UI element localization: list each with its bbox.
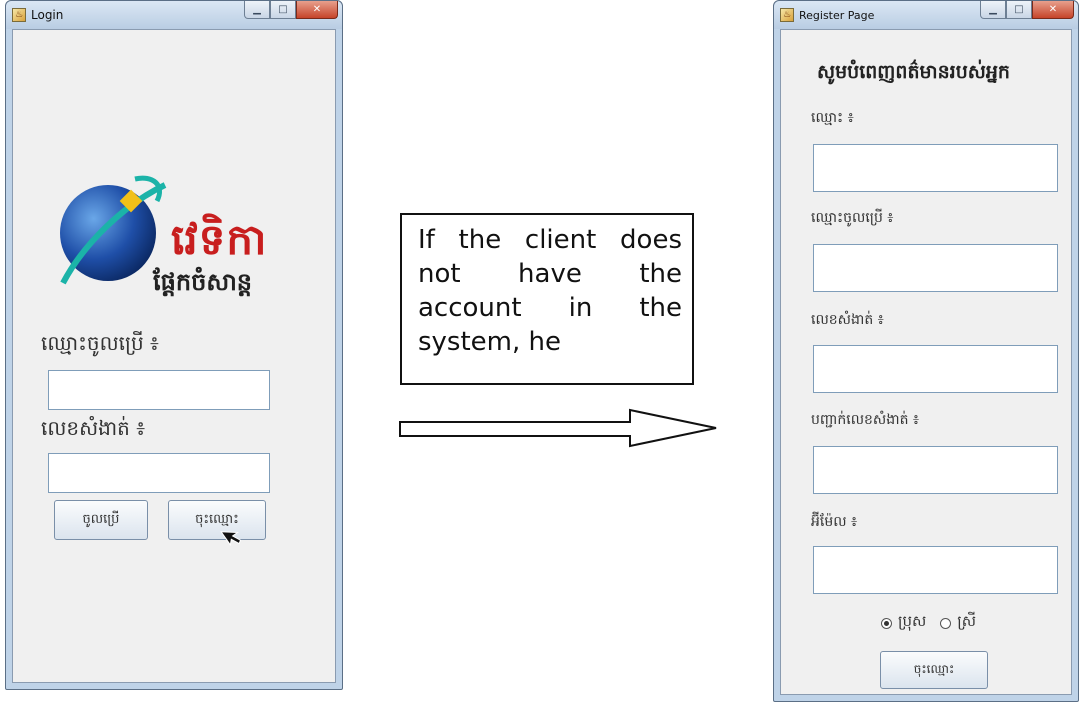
register-titlebar[interactable]: ♨ Register Page ▁ □ ✕ [774, 1, 1078, 29]
login-button[interactable]: ចូលប្រើ [54, 500, 148, 540]
email-field[interactable] [813, 546, 1058, 594]
mouse-pointer-icon [220, 531, 242, 547]
name-field[interactable] [813, 144, 1058, 192]
login-titlebar[interactable]: ♨ Login ▁ □ ✕ [6, 1, 342, 29]
gender-female-label: ស្រី [957, 612, 977, 630]
app-icon: ♨ [780, 8, 794, 22]
logo-tagline: ផ្ដែកចំសាន្ត [153, 268, 253, 296]
register-window-title: Register Page [799, 8, 875, 22]
username-field[interactable] [48, 370, 270, 410]
close-icon[interactable]: ✕ [296, 1, 338, 19]
register-password-field[interactable] [813, 345, 1058, 393]
close-icon[interactable]: ✕ [1032, 1, 1074, 19]
radio-female[interactable] [940, 617, 952, 629]
minimize-icon[interactable]: ▁ [980, 1, 1006, 19]
register-username-label: ឈ្មោះចូលប្រើ ៖ [811, 210, 894, 226]
login-window: ♨ Login ▁ □ ✕ វេទិកា ផ្ដែកចំសាន្ត ឈ្មោះច… [5, 0, 343, 690]
app-icon: ♨ [12, 8, 26, 22]
arrow-icon [399, 408, 717, 448]
radio-male[interactable] [881, 617, 892, 629]
username-label: ឈ្មោះចូលប្រើ ៖ [41, 331, 159, 355]
login-window-title: Login [31, 8, 64, 22]
register-password-label: លេខសំងាត់ ៖ [811, 312, 884, 328]
gender-group: ប្រុស ស្រី [881, 612, 976, 634]
maximize-icon[interactable]: □ [1006, 1, 1032, 19]
email-label: អ៊ីម៉ែល ៖ [811, 514, 858, 530]
register-button[interactable]: ចុះឈ្មោះ [168, 500, 266, 540]
maximize-icon[interactable]: □ [270, 1, 296, 19]
gender-male-label: ប្រុស [898, 612, 927, 630]
description-box: If the client does not have the account … [400, 213, 694, 385]
password-label: លេខសំងាត់ ៖ [41, 416, 146, 440]
minimize-icon[interactable]: ▁ [244, 1, 270, 19]
logo: វេទិកា ផ្ដែកចំសាន្ត [53, 165, 303, 310]
register-client-area: សូមបំពេញពត៌មានរបស់អ្នក ឈ្មោះ ៖ ឈ្មោះចូលប… [780, 29, 1072, 695]
name-label: ឈ្មោះ ៖ [811, 110, 854, 126]
confirm-password-field[interactable] [813, 446, 1058, 494]
register-username-field[interactable] [813, 244, 1058, 292]
register-heading: សូមបំពេញពត៌មានរបស់អ្នក [817, 61, 1010, 83]
login-client-area: វេទិកា ផ្ដែកចំសាន្ត ឈ្មោះចូលប្រើ ៖ លេខសំ… [12, 29, 336, 683]
logo-brand: វេទិកា [171, 215, 268, 264]
confirm-password-label: បញ្ជាក់លេខសំងាត់ ៖ [811, 412, 920, 428]
password-field[interactable] [48, 453, 270, 493]
register-window: ♨ Register Page ▁ □ ✕ សូមបំពេញពត៌មានរបស់… [773, 0, 1079, 702]
register-submit-button[interactable]: ចុះឈ្មោះ [880, 651, 988, 689]
